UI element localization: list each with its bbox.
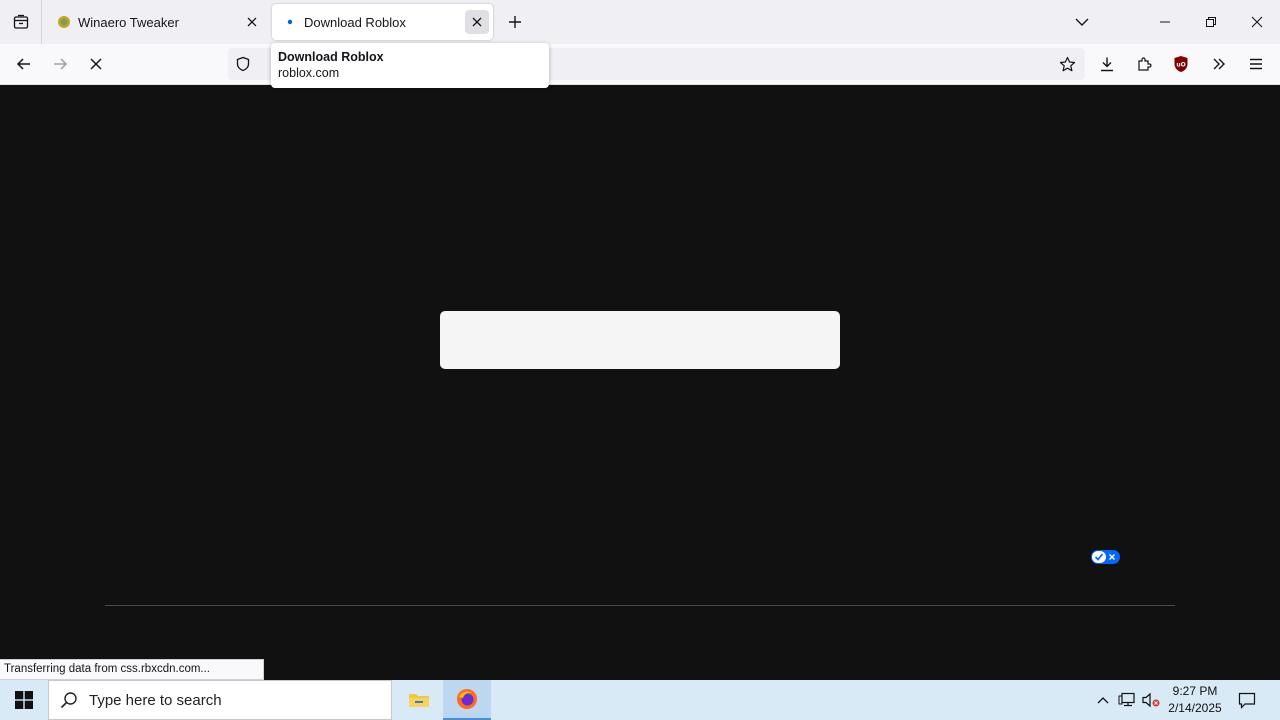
tab-title: Winaero Tweaker (78, 14, 179, 30)
chevron-down-icon (1075, 18, 1089, 26)
tab-winaero-tweaker[interactable]: Winaero Tweaker (46, 4, 268, 40)
forward-button[interactable] (44, 48, 76, 80)
close-tab-icon[interactable] (240, 10, 264, 34)
firefox-icon (457, 689, 477, 709)
tab-title: Download Roblox (304, 14, 406, 30)
close-tab-icon[interactable] (465, 10, 489, 34)
list-all-tabs-button[interactable] (1068, 8, 1096, 36)
firefox-view-button[interactable] (0, 0, 42, 44)
volume-tray-button[interactable] (1140, 680, 1162, 720)
download-icon (1101, 57, 1113, 72)
downloads-button[interactable] (1091, 48, 1123, 80)
close-icon (1251, 16, 1263, 28)
restore-icon (1206, 17, 1216, 27)
search-placeholder: Type here to search (89, 691, 222, 709)
status-panel: Transferring data from css.rbxcdn.com... (0, 659, 264, 680)
hamburger-menu-icon (1250, 58, 1262, 70)
clock-date: 2/14/2025 (1168, 701, 1222, 715)
close-window-button[interactable] (1234, 0, 1280, 44)
bookmark-star-icon[interactable] (1059, 56, 1076, 78)
folder-icon (409, 694, 429, 707)
svg-text:uO: uO (1176, 62, 1185, 69)
network-icon (1118, 692, 1135, 707)
windows-logo-icon (15, 691, 33, 709)
tracking-protection-shield-icon[interactable] (235, 56, 251, 77)
show-hidden-icons-button[interactable] (1092, 680, 1114, 720)
minimize-icon (1160, 21, 1170, 23)
plus-icon (509, 16, 521, 28)
chevron-up-icon (1097, 697, 1109, 704)
loading-placeholder-box (440, 311, 840, 369)
app-menu-button[interactable] (1240, 48, 1272, 80)
tab-download-roblox[interactable]: Download Roblox (272, 4, 493, 40)
taskbar-search-box[interactable]: Type here to search (48, 680, 392, 720)
tooltip-title: Download Roblox (278, 50, 384, 64)
clock-time: 9:27 PM (1172, 684, 1218, 698)
taskbar-file-explorer[interactable] (395, 680, 443, 720)
stop-icon (90, 58, 102, 70)
double-chevron-right-icon (1213, 58, 1225, 70)
tooltip-host: roblox.com (278, 66, 340, 80)
new-tab-button[interactable] (502, 8, 528, 36)
minimize-button[interactable] (1142, 0, 1188, 44)
extensions-button[interactable] (1128, 48, 1160, 80)
navigation-toolbar: uO (0, 44, 1280, 85)
winaero-favicon-icon (56, 14, 72, 30)
network-tray-button[interactable] (1116, 680, 1138, 720)
restore-button[interactable] (1188, 0, 1234, 44)
arrow-right-icon (54, 58, 68, 70)
back-button[interactable] (8, 48, 40, 80)
ublock-origin-button[interactable]: uO (1165, 48, 1197, 80)
taskbar-firefox[interactable] (443, 680, 491, 720)
action-center-button[interactable] (1232, 680, 1262, 720)
page-content: Transferring data from css.rbxcdn.com... (0, 85, 1280, 680)
loading-dot-icon (282, 14, 298, 30)
stop-loading-button[interactable] (80, 48, 112, 80)
notification-icon (1238, 692, 1256, 709)
start-button[interactable] (0, 680, 48, 720)
tab-hover-tooltip: Download Roblox roblox.com (271, 43, 549, 88)
ublock-shield-icon: uO (1174, 56, 1188, 72)
arrow-left-icon (16, 58, 30, 70)
volume-muted-icon (1142, 692, 1160, 708)
footer-divider (105, 605, 1175, 606)
search-icon (49, 691, 89, 709)
windows-taskbar: Type here to search 9:27 PM 2/14/2025 (0, 680, 1280, 720)
firefox-view-icon (13, 14, 28, 29)
privacy-choices-toggle[interactable] (1091, 550, 1120, 564)
puzzle-piece-icon (1138, 57, 1152, 71)
taskbar-clock[interactable]: 9:27 PM 2/14/2025 (1164, 683, 1226, 717)
tab-strip: Winaero Tweaker Download Roblox (0, 0, 1280, 44)
more-tools-button[interactable] (1203, 48, 1235, 80)
